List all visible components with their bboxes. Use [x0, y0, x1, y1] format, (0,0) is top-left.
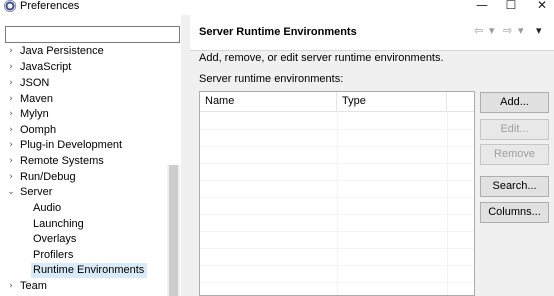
table-row-line: [200, 163, 474, 164]
runtime-environments-table[interactable]: Name Type: [199, 91, 475, 296]
table-row-line: [200, 197, 474, 198]
close-button[interactable]: ✕: [532, 0, 552, 13]
tree-item-label: Profilers: [33, 249, 74, 261]
tree-scrollbar[interactable]: [167, 165, 180, 296]
column-header-type[interactable]: Type: [337, 92, 447, 112]
column-header-name[interactable]: Name: [200, 92, 337, 112]
table-row-line: [200, 248, 474, 249]
tree-item-label: Run/Debug: [20, 171, 76, 183]
tree-item-label: Runtime Environments: [31, 263, 148, 278]
tree-item-label: Overlays: [33, 233, 77, 245]
tree-item-label: Launching: [33, 218, 84, 230]
chevron-right-icon[interactable]: ›: [6, 60, 16, 75]
page-header: Server Runtime Environments ⇦ ▾ ⇨ ▾ ▾: [190, 15, 554, 51]
page-description: Add, remove, or edit server runtime envi…: [199, 52, 444, 64]
chevron-right-icon[interactable]: ›: [6, 92, 16, 107]
chevron-right-icon[interactable]: ›: [6, 76, 16, 91]
maximize-button[interactable]: ☐: [501, 0, 521, 13]
title-bar: Preferences — ☐ ✕: [0, 0, 554, 15]
view-menu-icon[interactable]: ▾: [536, 24, 542, 38]
pane-divider[interactable]: [181, 15, 190, 296]
table-row-line: [200, 214, 474, 215]
tree-item-label: Mylyn: [20, 108, 49, 120]
chevron-right-icon[interactable]: ›: [6, 138, 16, 153]
table-row-line: [200, 231, 474, 232]
chevron-right-icon[interactable]: ›: [6, 123, 16, 138]
chevron-right-icon[interactable]: ›: [6, 279, 16, 294]
scrollbar-thumb[interactable]: [169, 165, 178, 296]
eclipse-icon: [4, 0, 16, 12]
tree-item-label: JavaScript: [20, 61, 72, 73]
table-row-line: [200, 146, 474, 147]
window-title: Preferences: [20, 0, 80, 12]
tree-item-label: Server: [20, 186, 53, 198]
chevron-down-icon[interactable]: ⌄: [6, 185, 16, 200]
column-header-filler: [447, 92, 474, 112]
add-button[interactable]: Add...: [480, 92, 549, 113]
filter-input[interactable]: [5, 26, 180, 43]
table-row-line: [200, 282, 474, 283]
forward-menu-icon[interactable]: ▾: [518, 24, 524, 38]
forward-arrow-icon[interactable]: ⇨: [503, 24, 512, 38]
tree-item-label: Audio: [33, 202, 62, 214]
chevron-right-icon[interactable]: ›: [6, 154, 16, 169]
columns-button[interactable]: Columns...: [480, 202, 549, 223]
tree-item-label: Team: [20, 280, 47, 292]
back-menu-icon[interactable]: ▾: [489, 24, 495, 38]
tree-item-label: Maven: [20, 93, 54, 105]
tree-item-label: JSON: [20, 77, 50, 89]
table-row-line: [200, 129, 474, 130]
preference-page: Server Runtime Environments ⇦ ▾ ⇨ ▾ ▾ Ad…: [190, 15, 554, 296]
chevron-right-icon[interactable]: ›: [6, 107, 16, 122]
remove-button[interactable]: Remove: [480, 144, 549, 165]
back-arrow-icon[interactable]: ⇦: [474, 24, 483, 38]
page-title: Server Runtime Environments: [199, 26, 357, 38]
column-divider: [337, 112, 338, 295]
table-row-line: [200, 265, 474, 266]
tree-item-label: Oomph: [20, 124, 57, 136]
tree-item-label: Plug-in Development: [20, 139, 123, 151]
runtime-list-label: Server runtime environments:: [199, 73, 344, 85]
minimize-button[interactable]: —: [472, 0, 492, 13]
table-row-line: [200, 180, 474, 181]
tree-item-label: Remote Systems: [20, 155, 104, 167]
search-button[interactable]: Search...: [480, 176, 549, 197]
edit-button[interactable]: Edit...: [480, 119, 549, 140]
tree-item-label: Java Persistence: [20, 45, 104, 57]
chevron-right-icon[interactable]: ›: [6, 170, 16, 185]
column-divider: [447, 112, 448, 295]
preferences-tree-pane: › Java Persistence › JavaScript › JSON ›…: [0, 15, 181, 296]
chevron-right-icon[interactable]: ›: [6, 44, 16, 59]
